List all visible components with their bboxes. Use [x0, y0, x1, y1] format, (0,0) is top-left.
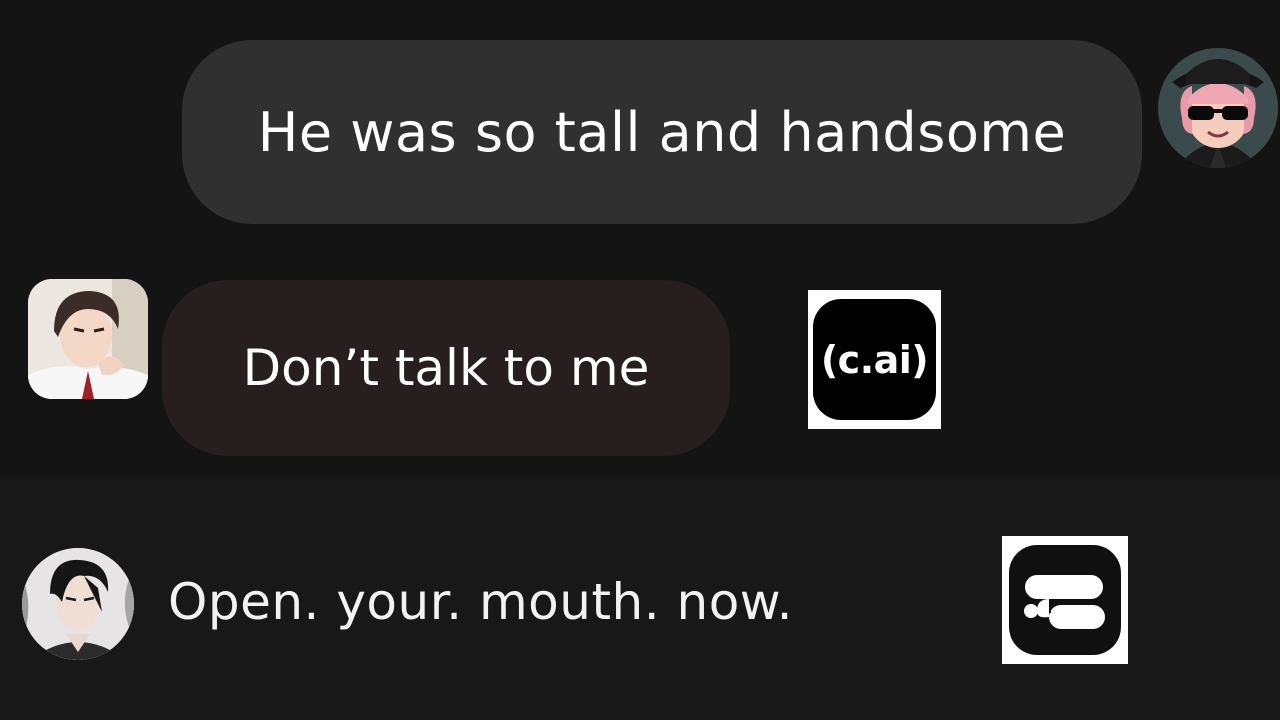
bot2-message-text[interactable]: Open. your. mouth. now. — [168, 566, 793, 638]
user-message-bubble[interactable]: He was so tall and handsome — [182, 40, 1142, 224]
bot-message-bubble[interactable]: Don’t talk to me — [162, 280, 730, 456]
talkie-logo-glyph — [1024, 575, 1105, 629]
character-ai-logo-text: (c.ai) — [820, 337, 929, 382]
talkie-logo-mark — [1009, 545, 1121, 655]
talkie-app-icon — [1002, 536, 1128, 664]
bot2-avatar-image — [22, 548, 134, 660]
bot2-avatar[interactable] — [22, 548, 134, 660]
character-ai-logo-mark: (c.ai) — [813, 299, 936, 420]
character-ai-logo: (c.ai) — [808, 290, 941, 429]
user-avatar[interactable] — [1158, 48, 1278, 168]
bot-avatar[interactable] — [28, 279, 148, 399]
bot-avatar-image — [28, 279, 148, 399]
bot-message-text: Don’t talk to me — [242, 339, 650, 397]
user-avatar-image — [1158, 48, 1278, 168]
user-message-text: He was so tall and handsome — [257, 100, 1067, 164]
